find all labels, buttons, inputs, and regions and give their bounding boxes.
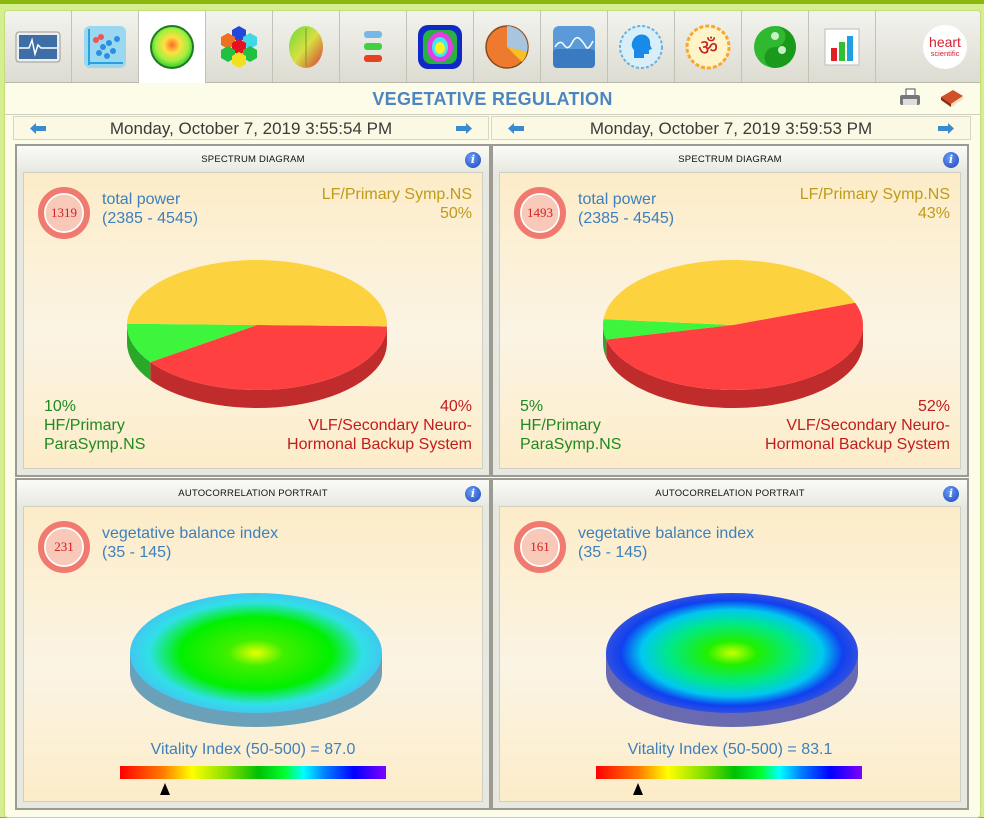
tab-brain-map[interactable] xyxy=(273,11,340,82)
title-bar: VEGETATIVE REGULATION xyxy=(5,83,980,115)
autocorrelation-disc xyxy=(604,583,860,733)
spectrum-panel-right: SPECTRUM DIAGRAM i 1493 total power (238… xyxy=(491,144,969,477)
autocorrelation-panel-left: AUTOCORRELATION PORTRAIT i 231 vegetativ… xyxy=(15,478,491,810)
total-power-label: total power xyxy=(578,190,656,209)
vlf-legend: 40%VLF/Secondary Neuro-Hormonal Backup S… xyxy=(287,397,472,454)
svg-text:heart: heart xyxy=(929,34,961,50)
page-title: VEGETATIVE REGULATION xyxy=(5,89,980,110)
ecg-monitor-icon xyxy=(15,30,61,64)
total-power-label: total power xyxy=(102,190,180,209)
help-book-button[interactable] xyxy=(939,87,965,109)
tab-spine[interactable] xyxy=(340,11,407,82)
balance-index-value: 161 xyxy=(514,521,566,573)
panel-title: SPECTRUM DIAGRAM xyxy=(493,154,967,165)
tab-head-profile[interactable] xyxy=(608,11,675,82)
lf-legend: LF/Primary Symp.NS43% xyxy=(800,185,950,223)
symmetry-pattern-icon xyxy=(417,24,463,70)
hexagon-chakra-icon xyxy=(216,24,262,70)
balance-index-label: vegetative balance index xyxy=(102,524,278,543)
tab-hexagon-chakra[interactable] xyxy=(206,11,273,82)
brain-map-icon xyxy=(286,24,326,70)
print-button[interactable] xyxy=(897,87,923,109)
total-power-value: 1493 xyxy=(514,187,566,239)
panel-title: AUTOCORRELATION PORTRAIT xyxy=(17,488,489,499)
date-navigator-right: Monday, October 7, 2019 3:59:53 PM xyxy=(491,116,971,140)
total-power-value: 1319 xyxy=(38,187,90,239)
vitality-marker xyxy=(633,783,643,795)
next-arrow-icon[interactable] xyxy=(938,123,954,134)
om-symbol-icon: ॐ xyxy=(685,24,731,70)
hf-legend: 10%HF/PrimaryParaSymp.NS xyxy=(44,397,145,454)
info-icon[interactable]: i xyxy=(943,486,959,502)
total-power-range: (2385 - 4545) xyxy=(102,209,198,228)
total-power-range: (2385 - 4545) xyxy=(578,209,674,228)
balance-index-range: (35 - 145) xyxy=(102,543,171,562)
lf-legend: LF/Primary Symp.NS50% xyxy=(322,185,472,223)
heart-scientific-logo: heartscientific xyxy=(922,24,968,70)
tab-bar-chart[interactable] xyxy=(809,11,876,82)
balance-index-range: (35 - 145) xyxy=(578,543,647,562)
scatter-plot-icon xyxy=(83,25,127,69)
panel-title: SPECTRUM DIAGRAM xyxy=(17,154,489,165)
tab-scatter-plot[interactable] xyxy=(72,11,139,82)
pie-chart-icon xyxy=(484,24,530,70)
session-datetime: Monday, October 7, 2019 3:59:53 PM xyxy=(492,119,970,139)
hf-legend: 5%HF/PrimaryParaSymp.NS xyxy=(520,397,621,454)
printer-icon xyxy=(897,87,923,109)
vitality-index-text: Vitality Index (50-500) = 87.0 xyxy=(24,741,482,759)
autocorrelation-panel-right: AUTOCORRELATION PORTRAIT i 161 vegetativ… xyxy=(491,478,969,810)
balance-index-value: 231 xyxy=(38,521,90,573)
next-arrow-icon[interactable] xyxy=(456,123,472,134)
info-icon[interactable]: i xyxy=(465,486,481,502)
head-profile-icon xyxy=(618,24,664,70)
date-navigator-left: Monday, October 7, 2019 3:55:54 PM xyxy=(13,116,489,140)
vitality-scale-bar xyxy=(120,766,386,779)
tab-ecg-monitor[interactable] xyxy=(5,11,72,82)
wave-graph-icon xyxy=(552,25,596,69)
svg-text:scientific: scientific xyxy=(931,49,960,58)
info-icon[interactable]: i xyxy=(465,152,481,168)
tab-om-symbol[interactable]: ॐ xyxy=(675,11,742,82)
autocorrelation-disc xyxy=(128,583,384,733)
tab-brand[interactable]: heartscientific xyxy=(876,11,980,82)
tab-pie-chart[interactable] xyxy=(474,11,541,82)
tab-symmetry-pattern[interactable] xyxy=(407,11,474,82)
vegetative-regulation-icon xyxy=(149,24,195,70)
spectrum-panel-left: SPECTRUM DIAGRAM i 1319 total power (238… xyxy=(15,144,491,477)
vitality-scale-bar xyxy=(596,766,862,779)
pie-slice-lf xyxy=(127,260,387,326)
tab-yin-yang[interactable] xyxy=(742,11,809,82)
book-icon xyxy=(939,87,965,109)
tab-wave-graph[interactable] xyxy=(541,11,608,82)
app-container: ॐ heartscientific VEGETATIVE REGULATION … xyxy=(4,10,981,818)
session-datetime: Monday, October 7, 2019 3:55:54 PM xyxy=(14,119,488,139)
module-tab-bar: ॐ heartscientific xyxy=(5,11,980,83)
vitality-index-text: Vitality Index (50-500) = 83.1 xyxy=(500,741,960,759)
vlf-legend: 52%VLF/Secondary Neuro-Hormonal Backup S… xyxy=(765,397,950,454)
window-frame: ॐ heartscientific VEGETATIVE REGULATION … xyxy=(0,4,984,817)
svg-text:ॐ: ॐ xyxy=(698,36,718,61)
panel-title: AUTOCORRELATION PORTRAIT xyxy=(493,488,967,499)
vitality-marker xyxy=(160,783,170,795)
tab-vegetative-regulation[interactable] xyxy=(139,11,206,83)
info-icon[interactable]: i xyxy=(943,152,959,168)
spine-icon xyxy=(358,27,388,67)
yin-yang-icon xyxy=(752,24,798,70)
bar-chart-icon xyxy=(824,28,860,66)
balance-index-label: vegetative balance index xyxy=(578,524,754,543)
